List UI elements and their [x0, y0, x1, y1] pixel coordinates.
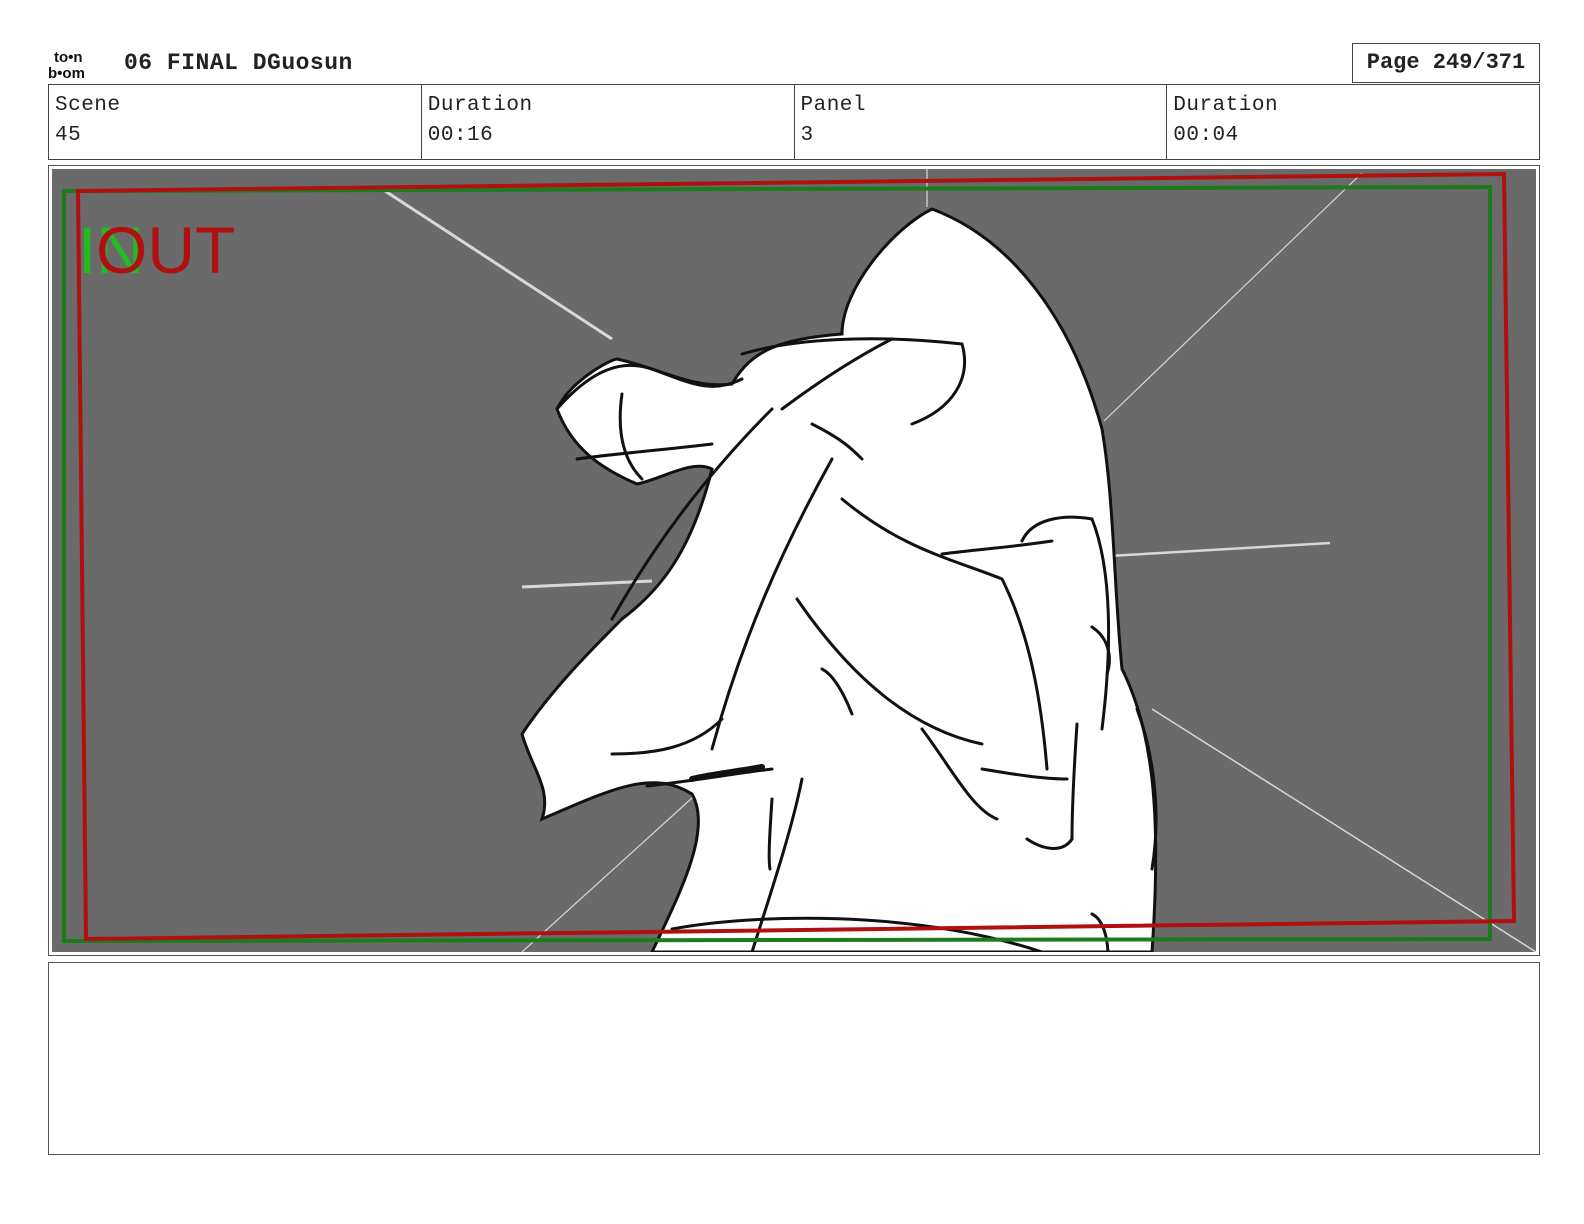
- page-number: Page 249/371: [1352, 43, 1540, 83]
- panel-info-row: Scene 45 Duration 00:16 Panel 3 Duration…: [48, 84, 1540, 160]
- panel-duration-value: 00:04: [1173, 124, 1239, 147]
- panel-value: 3: [800, 124, 814, 147]
- toon-boom-logo: to•n b•om: [48, 49, 85, 80]
- panel-cell: Panel 3: [793, 85, 1167, 159]
- panel-duration-cell: Duration 00:04: [1166, 85, 1539, 159]
- scene-value: 45: [55, 124, 82, 147]
- scene-duration-value: 00:16: [427, 124, 494, 147]
- document-title: 06 FINAL DGuosun: [124, 50, 353, 76]
- scene-duration-label: Duration: [427, 94, 533, 117]
- panel-notes: [48, 962, 1540, 1155]
- logo-text-bottom: b•om: [48, 65, 85, 80]
- scene-cell: Scene 45: [49, 85, 421, 159]
- scene-label: Scene: [55, 94, 121, 117]
- storyboard-panel: IN OUT: [48, 165, 1540, 956]
- scene-duration-cell: Duration 00:16: [420, 85, 794, 159]
- panel-label: Panel: [800, 94, 867, 117]
- out-label: OUT: [96, 213, 235, 287]
- logo-text-top: to•n: [54, 49, 83, 66]
- panel-duration-label: Duration: [1173, 94, 1279, 117]
- panel-drawing: IN OUT: [52, 169, 1536, 952]
